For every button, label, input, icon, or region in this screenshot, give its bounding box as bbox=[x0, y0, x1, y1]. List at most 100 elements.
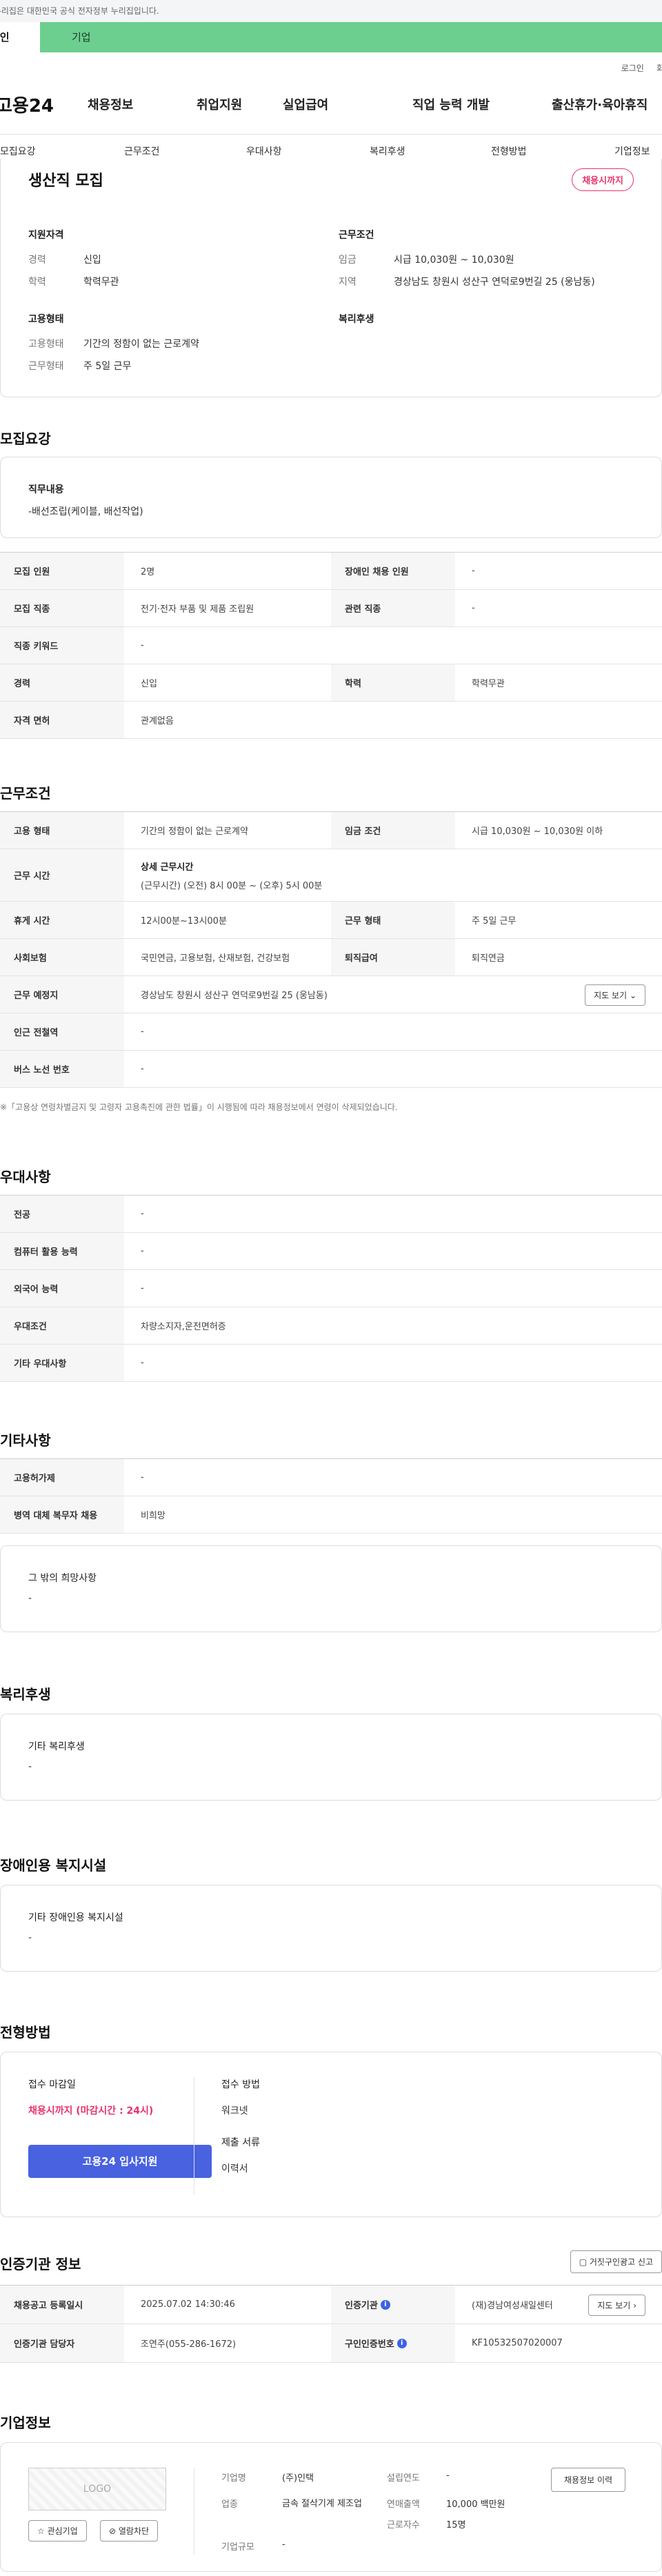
table-cell: 2025.07.02 14:30:46 bbox=[141, 2299, 235, 2310]
gnb-item-parental-leave[interactable]: 출산휴가·육아휴직 bbox=[552, 95, 662, 113]
documents-label: 제출 서류 bbox=[221, 2137, 260, 2148]
other-wish-label: 그 밖의 희망사항 bbox=[28, 1573, 97, 1584]
table-header: 모집 직종 bbox=[0, 590, 124, 626]
table-cell: KF10532507020007 bbox=[472, 2338, 563, 2348]
global-nav: 고용24 채용정보 취업지원 실업급여 직업 능력 개발 출산휴가·육아휴직 bbox=[0, 81, 662, 127]
chevron-right-icon: › bbox=[633, 2301, 636, 2310]
job-description-label: 직무내용 bbox=[28, 484, 64, 495]
wage-label: 임금 bbox=[339, 255, 357, 266]
table-cell: 퇴직연금 bbox=[472, 953, 505, 964]
work-time-detail: (근무시간) (오전) 8시 00분 ~ (오후) 5시 00분 bbox=[141, 880, 323, 891]
gnb-item-jobs[interactable]: 채용정보 bbox=[88, 95, 133, 113]
tab-company[interactable]: 기업 bbox=[40, 22, 662, 52]
table-header: 인증기관 i bbox=[331, 2286, 455, 2324]
table-cell: 전기·전자 부품 및 제품 조립원 bbox=[141, 604, 254, 615]
anchor-selection[interactable]: 전형방법 bbox=[491, 144, 527, 158]
table-cell: - bbox=[141, 1283, 144, 1294]
facility-section-title: 장애인용 복지시설 bbox=[0, 1857, 107, 1874]
anchor-company[interactable]: 기업정보 bbox=[614, 144, 650, 158]
anchor-welfare[interactable]: 복리후생 bbox=[370, 144, 405, 158]
company-name-label: 기업명 bbox=[221, 2473, 246, 2484]
table-header: 경력 bbox=[0, 664, 124, 701]
other-wish-value: - bbox=[28, 1593, 32, 1604]
table-header: 퇴직급여 bbox=[331, 939, 455, 975]
anchor-preferences[interactable]: 우대사항 bbox=[246, 144, 282, 158]
table-row: 병역 대체 복무자 채용 비희망 bbox=[0, 1496, 662, 1534]
table-cell: 12시00분~13시00분 bbox=[141, 916, 227, 927]
table-row: 인근 전철역 - bbox=[0, 1013, 662, 1051]
selection-card: 접수 마감일 채용시까지 (마감시간 : 24시) 고용24 입사지원 접수 방… bbox=[0, 2052, 662, 2217]
table-row: 고용허가제 - bbox=[0, 1459, 662, 1496]
table-header: 인근 전철역 bbox=[0, 1013, 124, 1050]
table-row: 버스 노선 번호 - bbox=[0, 1051, 662, 1088]
table-header: 기타 우대사항 bbox=[0, 1345, 124, 1381]
anchor-recruit[interactable]: 모집요강 bbox=[0, 144, 36, 158]
recruit-history-button[interactable]: 채용정보 이력 bbox=[551, 2468, 626, 2492]
gnb-item-employment-support[interactable]: 취업지원 bbox=[197, 95, 242, 113]
employee-count-label: 근로자수 bbox=[387, 2520, 420, 2530]
table-row: 우대조건 차량소지자,운전면허증 bbox=[0, 1307, 662, 1345]
career-label: 경력 bbox=[28, 255, 46, 266]
government-notice-bar: 이 누리집은 대한민국 공식 전자정부 누리집입니다. bbox=[0, 0, 662, 22]
annual-sales-value: 10,000 백만원 bbox=[446, 2499, 505, 2510]
false-ad-report-button[interactable]: ▢ 거짓구인광고 신고 bbox=[570, 2250, 662, 2273]
apply-button[interactable]: 고용24 입사지원 bbox=[28, 2145, 212, 2178]
favorite-company-button[interactable]: ☆ 관심기업 bbox=[28, 2520, 87, 2542]
table-row: 기타 우대사항 - bbox=[0, 1345, 662, 1382]
founded-year-label: 설립연도 bbox=[387, 2473, 420, 2484]
job-description-card: 직무내용 -배선조립(케이블, 배선작업) bbox=[0, 457, 662, 538]
agency-map-button[interactable]: 지도 보기 › bbox=[588, 2295, 645, 2316]
table-cell: 경상남도 창원시 성산구 연덕로9번길 25 (웅남동) bbox=[141, 991, 328, 1001]
work-type-label: 근무형태 bbox=[28, 361, 64, 372]
anchor-work-conditions[interactable]: 근무조건 bbox=[124, 144, 160, 158]
job-title: 생산직 모집 bbox=[28, 172, 103, 190]
employment-type-label: 고용형태 bbox=[28, 339, 64, 350]
table-cell: - bbox=[141, 1027, 144, 1037]
table-header: 인증기관 담당자 bbox=[0, 2324, 124, 2362]
gnb-item-vocational-training[interactable]: 직업 능력 개발 bbox=[412, 95, 490, 113]
table-row: 직종 키워드 - bbox=[0, 627, 662, 664]
table-row: 모집 직종 전기·전자 부품 및 제품 조립원 관련 직종 - bbox=[0, 590, 662, 627]
table-row: 채용공고 등록일시 2025.07.02 14:30:46 인증기관 i (재)경… bbox=[0, 2286, 662, 2324]
table-row: 컴퓨터 활용 능력 - bbox=[0, 1233, 662, 1270]
table-cell: - bbox=[472, 603, 475, 613]
login-link[interactable]: 로그인 bbox=[621, 62, 644, 74]
table-row: 모집 인원 2명 장애인 채용 인원 - bbox=[0, 553, 662, 590]
site-logo[interactable]: 고용24 bbox=[0, 92, 88, 117]
table-cell: 차량소지자,운전면허증 bbox=[141, 1322, 226, 1332]
work-conditions-table: 고용 형태 기간의 정함이 없는 근로계약 임금 조건 시급 10,030원 ~… bbox=[0, 811, 662, 1088]
table-header: 구인인증번호 i bbox=[331, 2324, 455, 2362]
table-header: 근무 형태 bbox=[331, 902, 455, 938]
table-header: 근무 시간 bbox=[0, 849, 124, 901]
table-header: 모집 인원 bbox=[0, 553, 124, 589]
employment-type-value: 기간의 정함이 없는 근로계약 bbox=[83, 339, 199, 350]
founded-year-value: - bbox=[446, 2470, 450, 2481]
welfare-label: 기타 복리후생 bbox=[28, 1741, 85, 1752]
block-view-button[interactable]: ⊘ 열람차단 bbox=[100, 2520, 159, 2542]
agency-table: 채용공고 등록일시 2025.07.02 14:30:46 인증기관 i (재)경… bbox=[0, 2285, 662, 2363]
table-cell: 주 5일 근무 bbox=[472, 916, 516, 927]
facility-card: 기타 장애인용 복지시설 - bbox=[0, 1885, 662, 1972]
utility-links: 로그인 회원가입 bbox=[621, 62, 662, 74]
company-card: LOGO ☆ 관심기업 ⊘ 열람차단 기업명 (주)인택 업종 금속 절삭기계 … bbox=[0, 2442, 662, 2572]
company-logo: LOGO bbox=[28, 2468, 166, 2510]
chevron-down-icon: ⌄ bbox=[629, 991, 636, 1000]
table-row: 사회보험 국민연금, 고용보험, 산재보험, 건강보험 퇴직급여 퇴직연금 bbox=[0, 939, 662, 976]
tab-person[interactable]: 개인 bbox=[0, 22, 40, 52]
info-icon[interactable]: i bbox=[380, 2299, 390, 2310]
company-section-title: 기업정보 bbox=[0, 2415, 51, 2431]
gnb-item-unemployment-benefit[interactable]: 실업급여 bbox=[283, 95, 328, 113]
other-table: 고용허가제 - 병역 대체 복무자 채용 비희망 bbox=[0, 1458, 662, 1534]
table-row: 인증기관 담당자 조연주(055-286-1672) 구인인증번호 i KF105… bbox=[0, 2324, 662, 2363]
table-cell: 기간의 정함이 없는 근로계약 bbox=[141, 826, 248, 837]
table-cell: 신입 bbox=[141, 679, 157, 689]
other-section-title: 기타사항 bbox=[0, 1432, 51, 1449]
industry-label: 업종 bbox=[221, 2499, 238, 2510]
user-type-tabs: 개인 기업 bbox=[0, 22, 662, 52]
table-header: 채용공고 등록일시 bbox=[0, 2286, 124, 2324]
info-icon[interactable]: i bbox=[397, 2338, 407, 2348]
table-header: 학력 bbox=[331, 664, 455, 701]
map-view-button[interactable]: 지도 보기 ⌄ bbox=[585, 984, 645, 1006]
join-link[interactable]: 회원가입 bbox=[656, 62, 662, 74]
employee-count-value: 15명 bbox=[446, 2520, 466, 2530]
